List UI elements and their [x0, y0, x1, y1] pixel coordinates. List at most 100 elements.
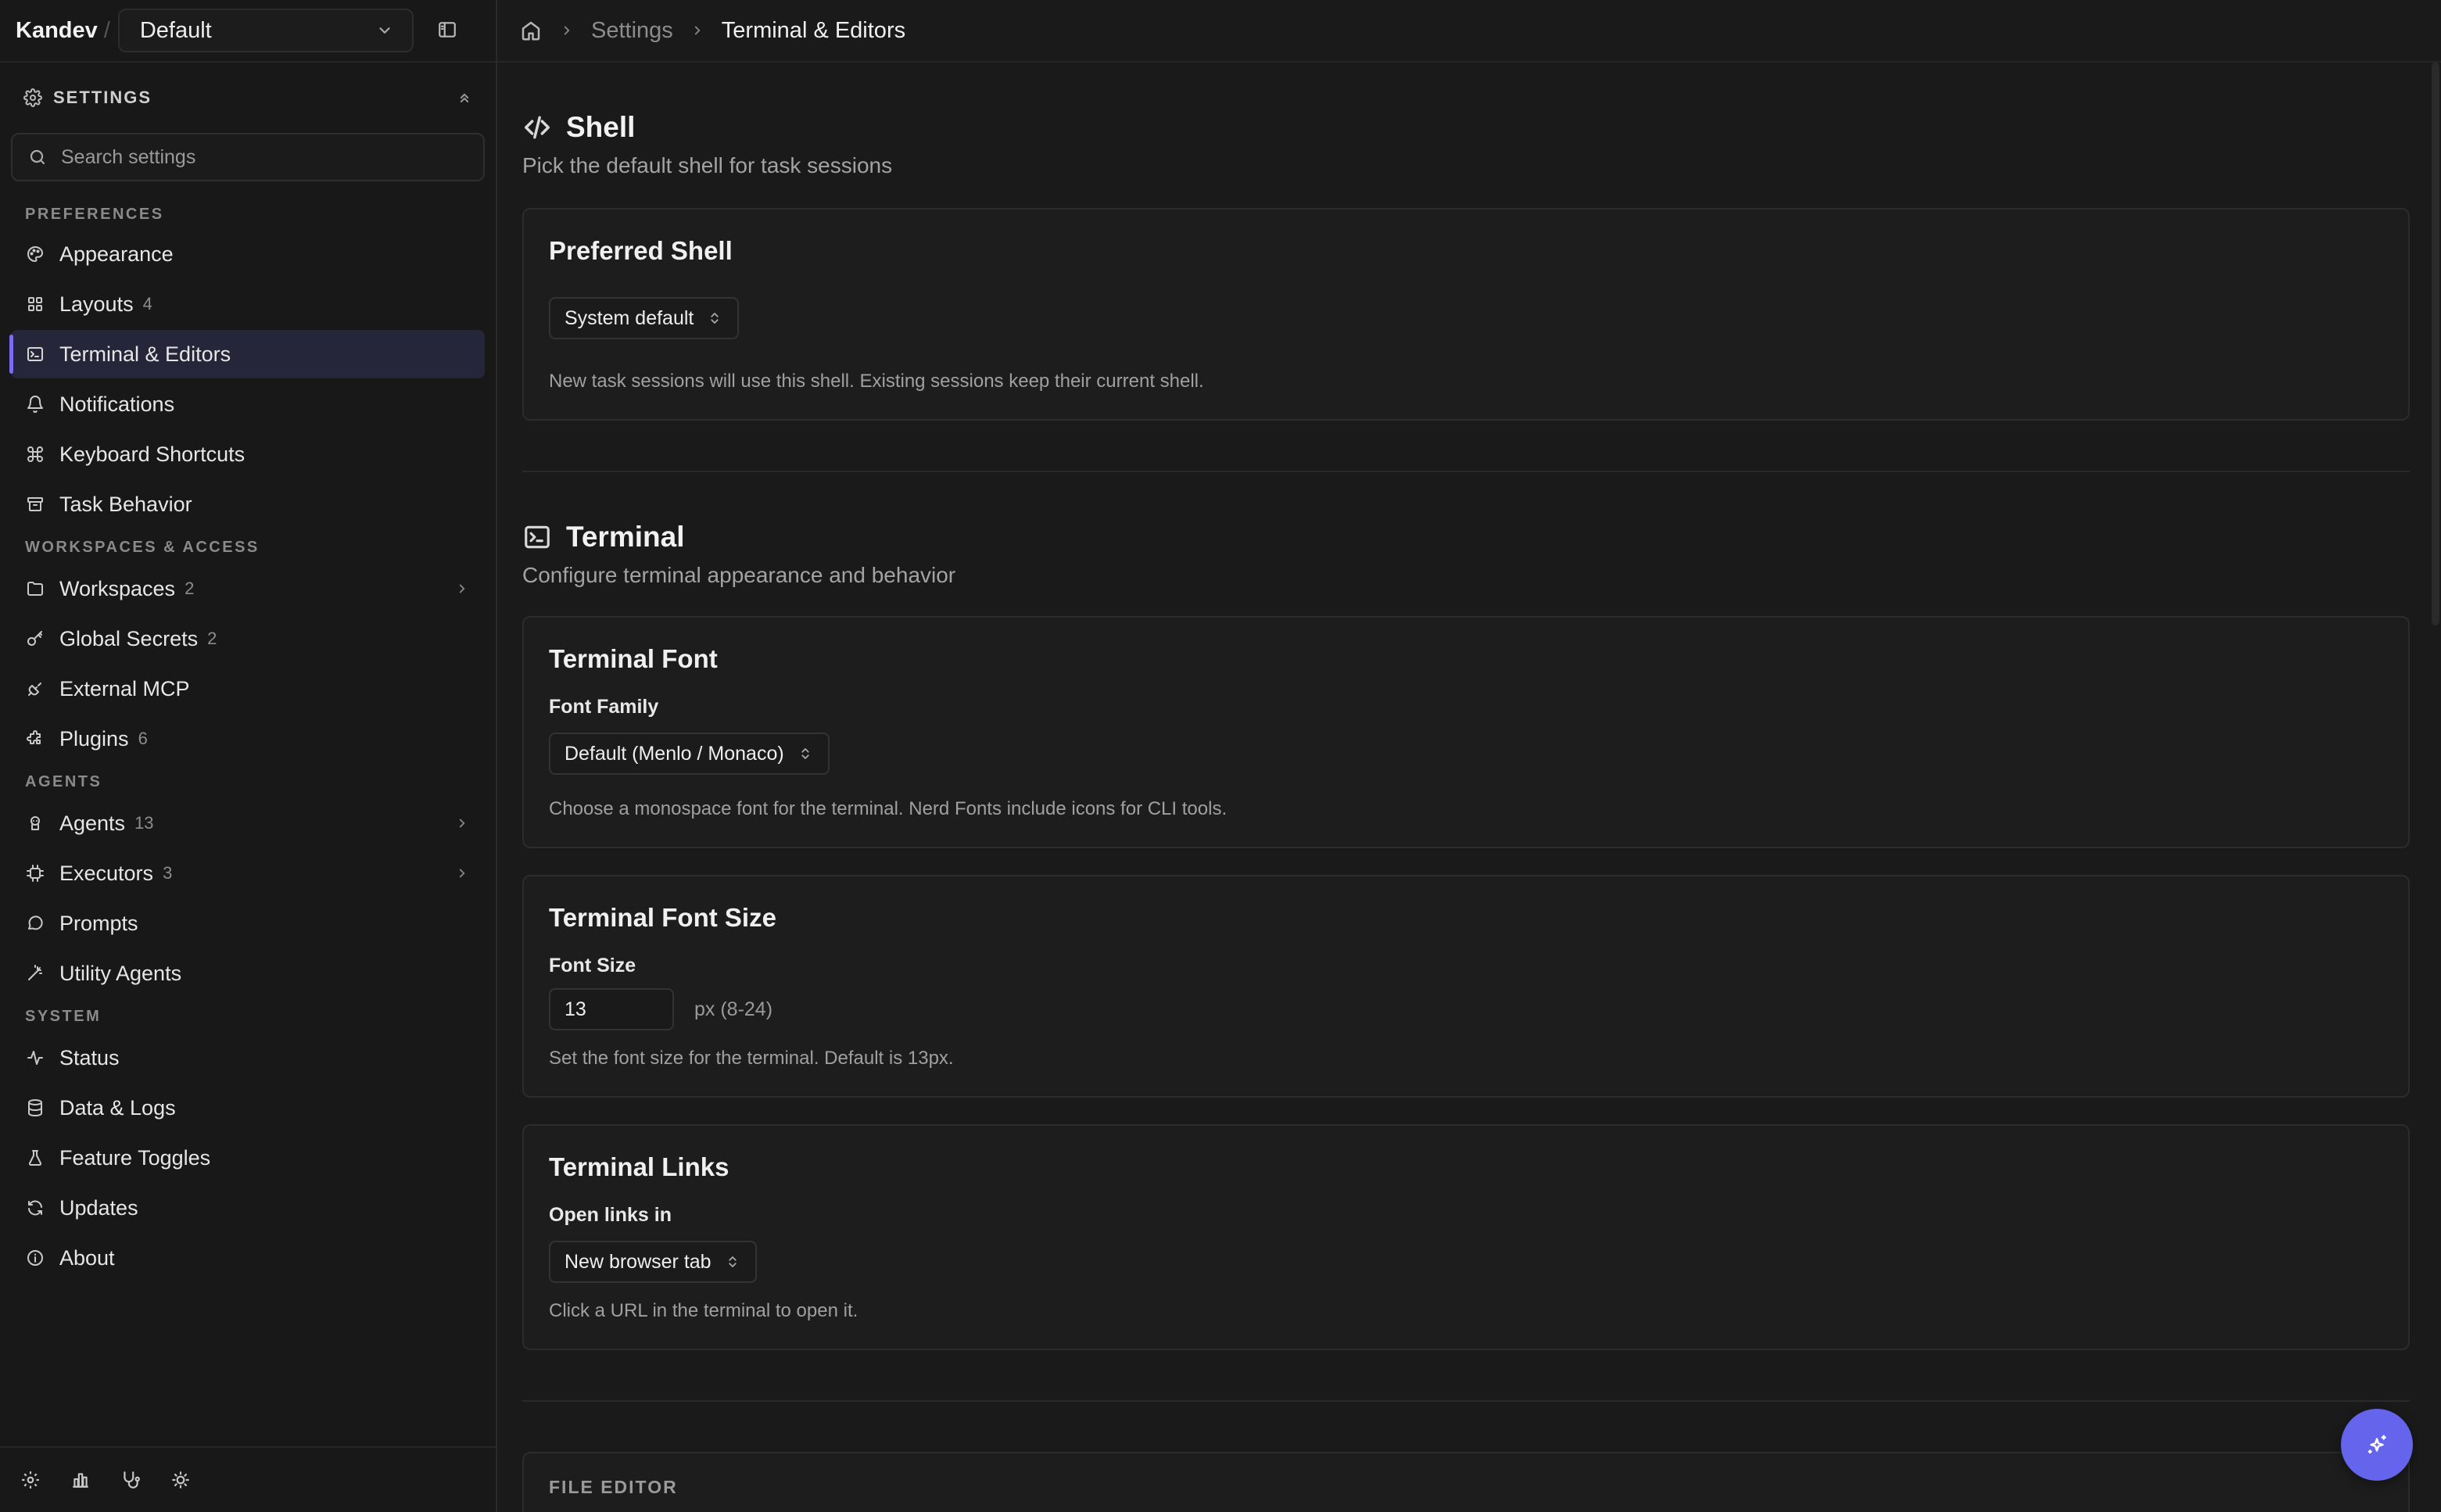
ai-assistant-button[interactable]: [2341, 1409, 2413, 1481]
chevron-down-icon: [376, 22, 393, 39]
field-label: Open links in: [549, 1204, 672, 1226]
group-agents: AGENTS: [25, 773, 102, 790]
collapse-icon[interactable]: [457, 90, 472, 106]
search-input[interactable]: [61, 145, 452, 169]
sidebar-item-label: Terminal & Editors: [59, 342, 231, 366]
terminal-font-size-card: Terminal Font Size Font Size px (8-24) S…: [522, 875, 2410, 1098]
info-icon: [25, 1248, 45, 1268]
help-text: Click a URL in the terminal to open it.: [549, 1300, 858, 1321]
sparkles-icon: [2365, 1433, 2389, 1456]
sidebar-item-label: Notifications: [59, 392, 175, 416]
sidebar-item-label: Keyboard Shortcuts: [59, 442, 246, 466]
palette-icon: [25, 244, 45, 264]
sidebar-item-feature-toggles[interactable]: Feature Toggles: [11, 1134, 485, 1182]
sidebar-item-label: Data & Logs: [59, 1095, 176, 1120]
chevron-right-icon: [690, 23, 704, 38]
field-label: Font Size: [549, 955, 636, 976]
sidebar-header: Kandev / Default: [0, 0, 496, 63]
chart-icon[interactable]: [70, 1470, 91, 1490]
sidebar-item-label: Updates: [59, 1195, 138, 1220]
terminal-font-card: Terminal Font Font Family Default (Menlo…: [522, 616, 2410, 848]
field-label: Font Family: [549, 696, 659, 718]
refresh-icon: [25, 1198, 45, 1218]
sidebar-item-label: Utility Agents: [59, 961, 182, 985]
select-value: Default (Menlo / Monaco): [565, 742, 784, 765]
sidebar-item-prompts[interactable]: Prompts: [11, 899, 485, 948]
breadcrumb-current: Terminal & Editors: [721, 17, 906, 43]
code-icon: [522, 113, 552, 142]
sidebar-item-updates[interactable]: Updates: [11, 1184, 485, 1232]
sidebar-item-about[interactable]: About: [11, 1234, 485, 1282]
main-content: Settings Terminal & Editors Shell Pick t…: [497, 0, 2441, 1512]
sidebar-item-layouts[interactable]: Layouts 4: [11, 280, 485, 328]
font-family-select[interactable]: Default (Menlo / Monaco): [549, 733, 830, 775]
shell-select[interactable]: System default: [549, 297, 740, 339]
sidebar-item-executors[interactable]: Executors 3: [11, 849, 485, 898]
chevron-right-icon: [560, 23, 574, 38]
sun-icon[interactable]: [170, 1470, 191, 1490]
sidebar-item-label: Layouts: [59, 292, 134, 316]
card-title: Terminal Font: [549, 644, 718, 673]
workspace-selector-label: Default: [139, 17, 212, 43]
sidebar-item-count: 3: [163, 863, 173, 883]
bot-icon: [25, 813, 45, 833]
sidebar-item-data-logs[interactable]: Data & Logs: [11, 1084, 485, 1132]
terminal-section-header: Terminal: [522, 521, 2410, 554]
command-icon: [25, 444, 45, 464]
help-text: New task sessions will use this shell. E…: [549, 371, 1204, 392]
terminal-links-card: Terminal Links Open links in New browser…: [522, 1124, 2410, 1350]
sidebar-item-global-secrets[interactable]: Global Secrets 2: [11, 614, 485, 663]
sidebar-item-agents[interactable]: Agents 13: [11, 799, 485, 847]
message-icon: [25, 913, 45, 933]
sidebar-toggle-icon[interactable]: [437, 20, 459, 41]
workspace-selector[interactable]: Default: [117, 9, 414, 52]
brand-separator: /: [103, 17, 110, 43]
sidebar-item-label: External MCP: [59, 676, 190, 700]
shell-section-header: Shell: [522, 111, 2410, 144]
breadcrumb: Settings Terminal & Editors: [497, 0, 2441, 63]
sidebar-item-status[interactable]: Status: [11, 1034, 485, 1082]
sidebar-item-utility-agents[interactable]: Utility Agents: [11, 949, 485, 998]
scrollbar[interactable]: [2432, 63, 2439, 625]
chevron-right-icon: [455, 816, 469, 830]
breadcrumb-settings[interactable]: Settings: [591, 18, 673, 44]
settings-search[interactable]: [11, 133, 485, 181]
open-links-select[interactable]: New browser tab: [549, 1241, 757, 1283]
sidebar-item-task-behavior[interactable]: Task Behavior: [11, 480, 485, 528]
puzzle-icon: [25, 729, 45, 749]
search-icon: [28, 148, 47, 167]
sidebar-item-label: Workspaces: [59, 576, 176, 600]
card-title: Terminal Links: [549, 1152, 729, 1181]
sidebar-item-label: Prompts: [59, 911, 138, 935]
chevron-up-down-icon: [726, 1254, 740, 1270]
sidebar-item-terminal-editors[interactable]: Terminal & Editors: [9, 330, 485, 378]
sidebar-item-keyboard-shortcuts[interactable]: Keyboard Shortcuts: [11, 430, 485, 478]
sidebar-item-label: Executors: [59, 861, 154, 885]
sidebar-item-label: Plugins: [59, 726, 129, 751]
sidebar-item-label: Task Behavior: [59, 492, 192, 516]
app-root: Kandev / Default SETTINGS Search setting…: [0, 0, 2441, 1512]
flask-icon: [25, 1148, 45, 1168]
sidebar-item-label: Global Secrets: [59, 626, 199, 650]
gear-icon[interactable]: [20, 1470, 41, 1490]
section-divider: [522, 1400, 2410, 1402]
sidebar-item-plugins[interactable]: Plugins 6: [11, 715, 485, 763]
sidebar-footer: [0, 1446, 496, 1512]
sidebar-item-label: Status: [59, 1045, 120, 1070]
activity-icon: [25, 1048, 45, 1068]
sidebar-item-appearance[interactable]: Appearance: [11, 230, 485, 278]
plug-icon: [25, 679, 45, 699]
sidebar-item-notifications[interactable]: Notifications: [11, 380, 485, 428]
stethoscope-icon[interactable]: [120, 1470, 141, 1490]
sidebar-item-workspaces[interactable]: Workspaces 2: [11, 564, 485, 613]
terminal-icon: [522, 522, 552, 552]
font-size-row: px (8-24): [549, 988, 2383, 1030]
sidebar-item-count: 13: [134, 813, 154, 833]
font-size-input[interactable]: [549, 988, 674, 1030]
select-value: New browser tab: [565, 1250, 712, 1273]
sidebar-item-external-mcp[interactable]: External MCP: [11, 665, 485, 713]
group-preferences: PREFERENCES: [25, 206, 164, 223]
settings-header: SETTINGS: [0, 63, 496, 133]
sidebar-item-label: About: [59, 1245, 115, 1270]
home-icon[interactable]: [519, 19, 543, 42]
